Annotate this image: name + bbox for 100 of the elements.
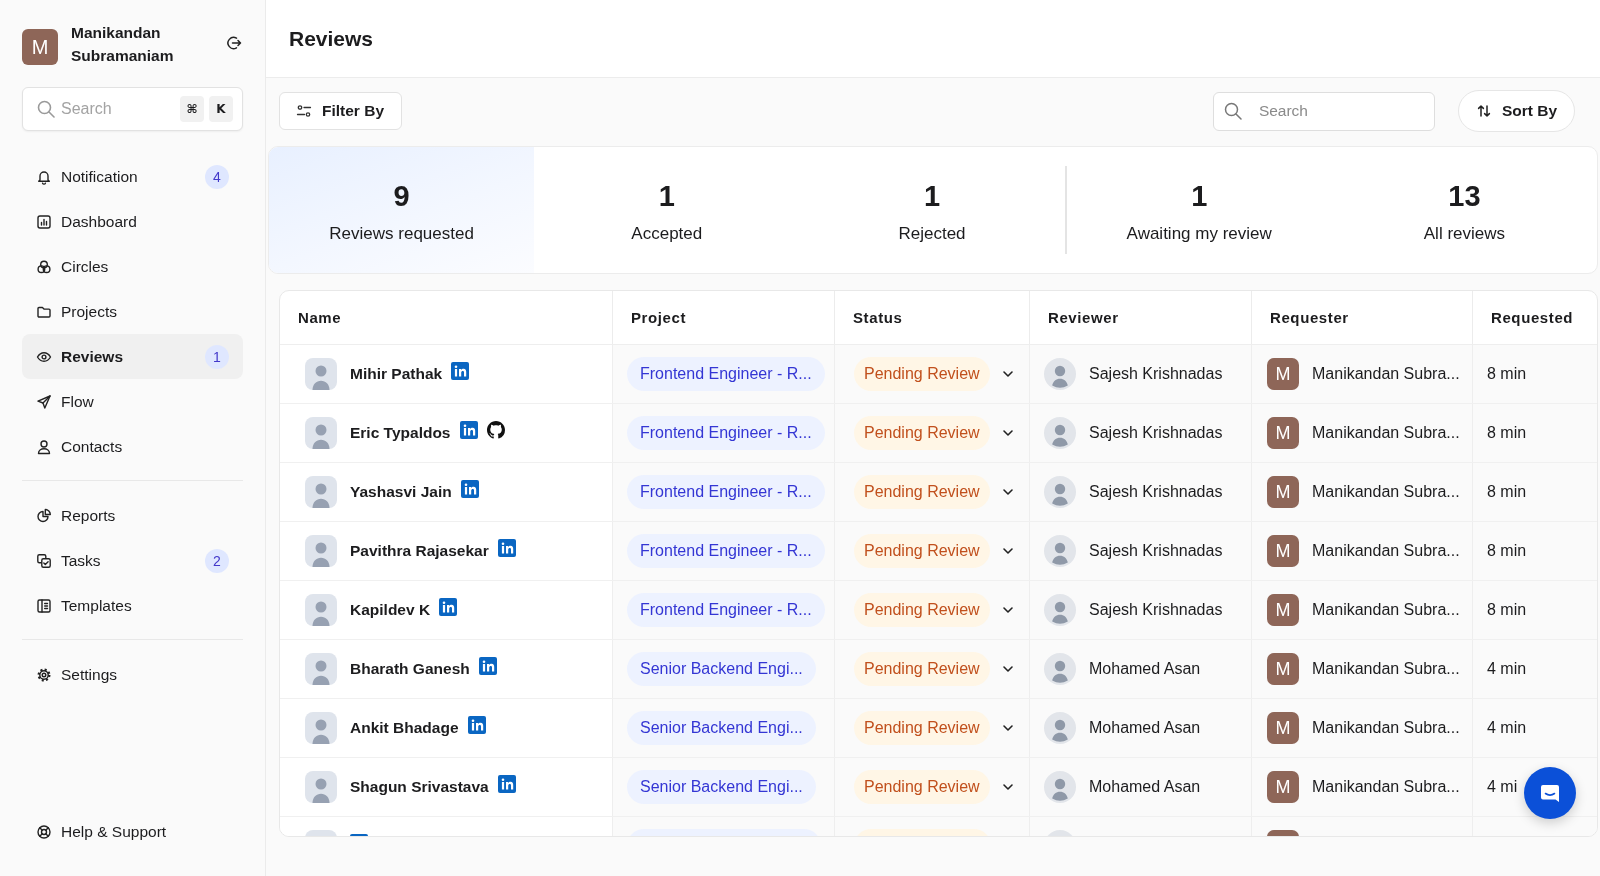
requested-time: 8 min [1487,424,1527,442]
linkedin-icon[interactable] [497,538,516,557]
nav-item[interactable]: Settings [22,652,243,697]
circles-icon [36,258,52,275]
initial-avatar: M [1267,712,1299,744]
search-field[interactable]: Search [1212,91,1435,131]
bar-chart-icon [36,213,52,230]
project-tag[interactable]: Frontend Engineer - R... [627,416,825,450]
project-tag[interactable]: Frontend Engineer - R... [627,475,825,509]
logout-icon[interactable] [225,34,243,52]
stat-tab[interactable]: 1 Rejected [799,147,1065,273]
project-tag[interactable]: Frontend Engineer - R... [627,593,825,627]
nav-item[interactable]: Tasks 2 [22,538,243,583]
requester-name: Manikandan Subra... [1312,365,1460,383]
initial-avatar: M [1267,771,1299,803]
nav-item[interactable]: Flow [22,379,243,424]
reviewer-name: Mohamed Asan [1089,778,1201,796]
status-tag: Pending Review [854,357,990,391]
status-tag: Pending Review [854,416,990,450]
nav-item[interactable]: Help & Support [22,809,243,854]
column-header: Requester [1270,309,1349,326]
pie-chart-icon [36,507,52,524]
project-tag[interactable]: Senior Backend Engi... [627,711,816,745]
candidate-name: Ankit Bhadage [350,719,459,737]
avatar-silhouette-icon [1044,712,1076,744]
project-tag[interactable]: Senior Backend Engi... [627,652,816,686]
chevron-down-icon[interactable] [1001,724,1014,732]
reviewer-name: Sajesh Krishnadas [1089,483,1223,501]
initial-avatar: M [1267,358,1299,390]
filter-button[interactable]: Filter By [279,92,402,130]
chevron-down-icon[interactable] [1001,547,1014,555]
status-tag: Pending Review [854,711,990,745]
nav-item[interactable]: Dashboard [22,199,243,244]
sliders-icon [296,103,312,119]
project-tag[interactable]: Frontend Engineer - R... [627,534,825,568]
candidate-name: Shagun Srivastava [350,778,489,796]
sort-button[interactable]: Sort By [1457,90,1575,132]
stat-tab[interactable]: 1 Awaiting my review [1066,147,1332,273]
nav-item[interactable]: Templates [22,583,243,628]
avatar-silhouette-icon [1044,535,1076,567]
stat-tab[interactable]: 9 Reviews requested [269,147,535,273]
sort-arrows-icon [1475,103,1492,119]
linkedin-icon[interactable] [459,420,478,439]
candidate-name: Yashasvi Jain [350,483,452,501]
chevron-down-icon[interactable] [1001,429,1014,437]
requester-name: Manikandan Subra... [1312,660,1460,678]
check-square-icon [36,552,52,569]
linkedin-icon[interactable] [467,715,486,734]
lifebuoy-icon [36,823,52,840]
project-tag[interactable]: Frontend Engineer - R... [627,357,825,391]
status-tag: Pending Review [854,534,990,568]
stat-tab[interactable]: 1 Accepted [534,147,800,273]
avatar-silhouette-icon [1044,358,1076,390]
linkedin-icon[interactable] [439,597,458,616]
nav-item[interactable]: Notification 4 [22,154,243,199]
status-tag: Pending Review [854,475,990,509]
project-tag[interactable]: Senior Backend Engi... [627,770,816,804]
nav-item[interactable]: Reviews 1 [22,334,243,379]
nav-item[interactable]: Circles [22,244,243,289]
candidate-name: Eric Typaldos [350,424,451,442]
reviewer-name: Sajesh Krishnadas [1089,542,1223,560]
reviewer-name: Mohamed Asan [1089,660,1201,678]
avatar-silhouette-icon [1044,417,1076,449]
reviewer-name: Mohamed Asan [1089,719,1201,737]
requested-time: 8 min [1487,365,1527,383]
candidate-name: Bharath Ganesh [350,660,470,678]
chevron-down-icon[interactable] [1001,606,1014,614]
avatar-silhouette-icon [305,417,337,449]
linkedin-icon[interactable] [478,656,497,675]
requested-time: 4 mi [1487,778,1518,796]
chevron-down-icon[interactable] [1001,665,1014,673]
reviewer-name: Sajesh Krishnadas [1089,424,1223,442]
candidate-name: Mihir Pathak [350,365,443,383]
page-title: Reviews [289,26,374,51]
shortcut-key: K [209,96,233,122]
requested-time: 4 min [1487,660,1527,678]
linkedin-icon[interactable] [460,479,479,498]
column-header: Requested [1491,309,1574,326]
chevron-down-icon[interactable] [1001,488,1014,496]
bell-icon [36,168,52,185]
search-icon [37,100,55,118]
linkedin-icon[interactable] [451,361,470,380]
column-header: Reviewer [1048,309,1119,326]
requester-name: Manikandan Subra... [1312,483,1460,501]
chevron-down-icon[interactable] [1001,370,1014,378]
nav-item[interactable]: Projects [22,289,243,334]
github-icon[interactable] [486,420,505,439]
nav-item[interactable]: Reports [22,493,243,538]
stat-tab[interactable]: 13 All reviews [1331,147,1597,273]
search-icon [1223,101,1242,120]
initial-avatar: M [1267,653,1299,685]
nav-item[interactable]: Contacts [22,424,243,469]
chevron-down-icon[interactable] [1001,783,1014,791]
shortcut-key: ⌘ [180,96,204,122]
linkedin-icon[interactable] [497,774,516,793]
reviewer-name: Sajesh Krishnadas [1089,365,1223,383]
initial-avatar: M [1267,535,1299,567]
reviewer-name: Sajesh Krishnadas [1089,601,1223,619]
requester-name: Manikandan Subra... [1312,424,1460,442]
count-badge: 2 [205,548,229,573]
